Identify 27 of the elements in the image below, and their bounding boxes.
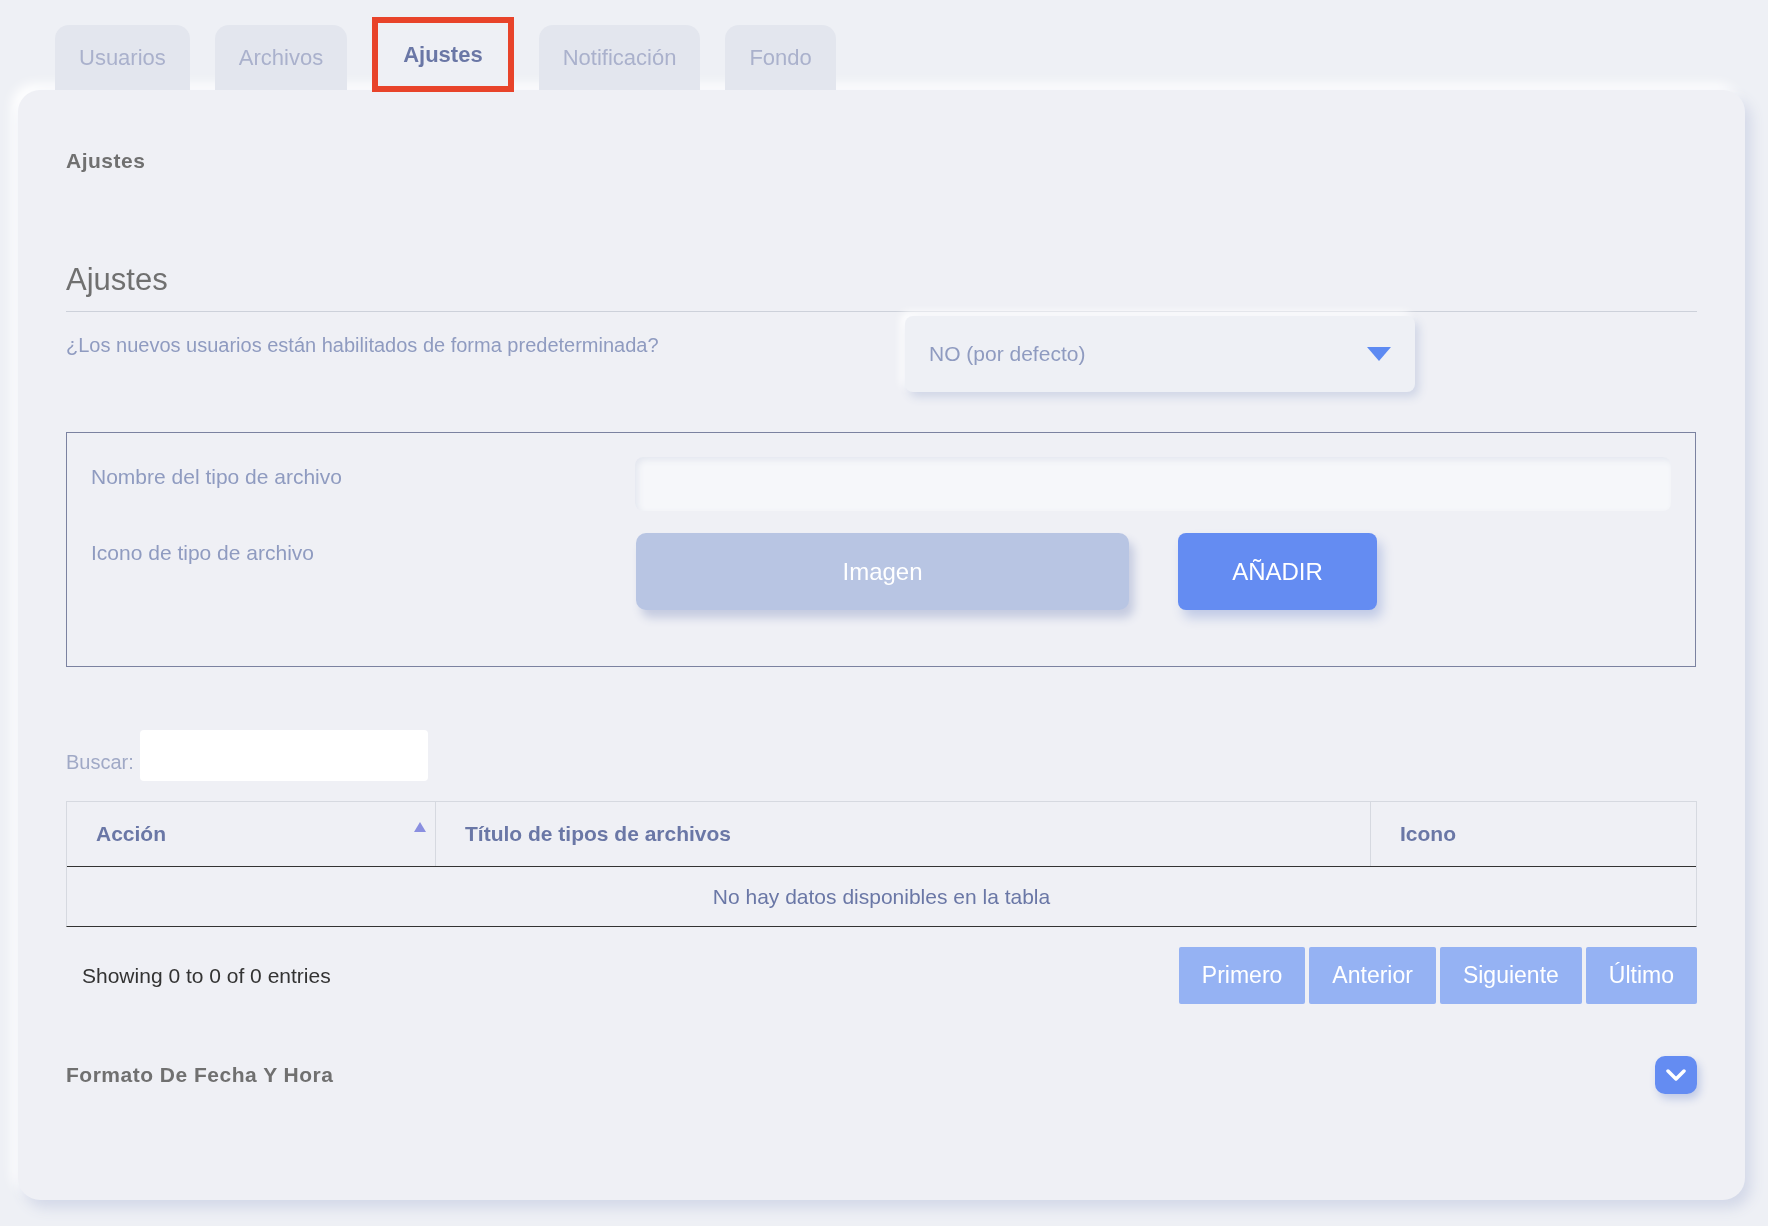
file-type-name-label: Nombre del tipo de archivo: [91, 464, 343, 490]
entries-info: Showing 0 to 0 of 0 entries: [82, 962, 331, 989]
column-header[interactable]: Acción: [67, 802, 435, 866]
tab[interactable]: Usuarios: [55, 25, 190, 90]
pagination-button[interactable]: Anterior: [1309, 947, 1436, 1004]
dropdown[interactable]: NO (por defecto): [905, 316, 1415, 392]
image-button[interactable]: Imagen: [636, 533, 1129, 610]
collapsible-title: Formato De Fecha Y Hora: [66, 1062, 334, 1089]
panel-title: Ajustes: [66, 148, 147, 174]
search-label: Buscar:: [66, 749, 134, 775]
tab[interactable]: Notificación: [538, 25, 701, 90]
tab[interactable]: Fondo: [725, 25, 836, 90]
expand-toggle[interactable]: [1655, 1056, 1697, 1094]
chevron-icon: [1666, 1069, 1686, 1081]
add-button[interactable]: AÑADIR: [1178, 533, 1377, 610]
pagination-button[interactable]: Siguiente: [1439, 947, 1582, 1004]
column-header[interactable]: Icono: [1370, 802, 1696, 866]
file-type-icon-label: Icono de tipo de archivo: [91, 540, 315, 566]
empty-table-message: No hay datos disponibles en la tabla: [711, 883, 1052, 910]
pagination-button[interactable]: Último: [1585, 947, 1697, 1004]
dropdown-caret-icon: [1367, 347, 1391, 361]
question-label: ¿Los nuevos usuarios están habilitados de forma predeterminada?: [66, 333, 660, 358]
pagination-button[interactable]: Primero: [1178, 947, 1306, 1004]
section-heading: Ajustes: [66, 260, 169, 299]
column-header[interactable]: Título de tipos de archivos: [435, 802, 1370, 866]
tab[interactable]: Ajustes: [372, 17, 514, 92]
tab[interactable]: Archivos: [214, 25, 348, 90]
